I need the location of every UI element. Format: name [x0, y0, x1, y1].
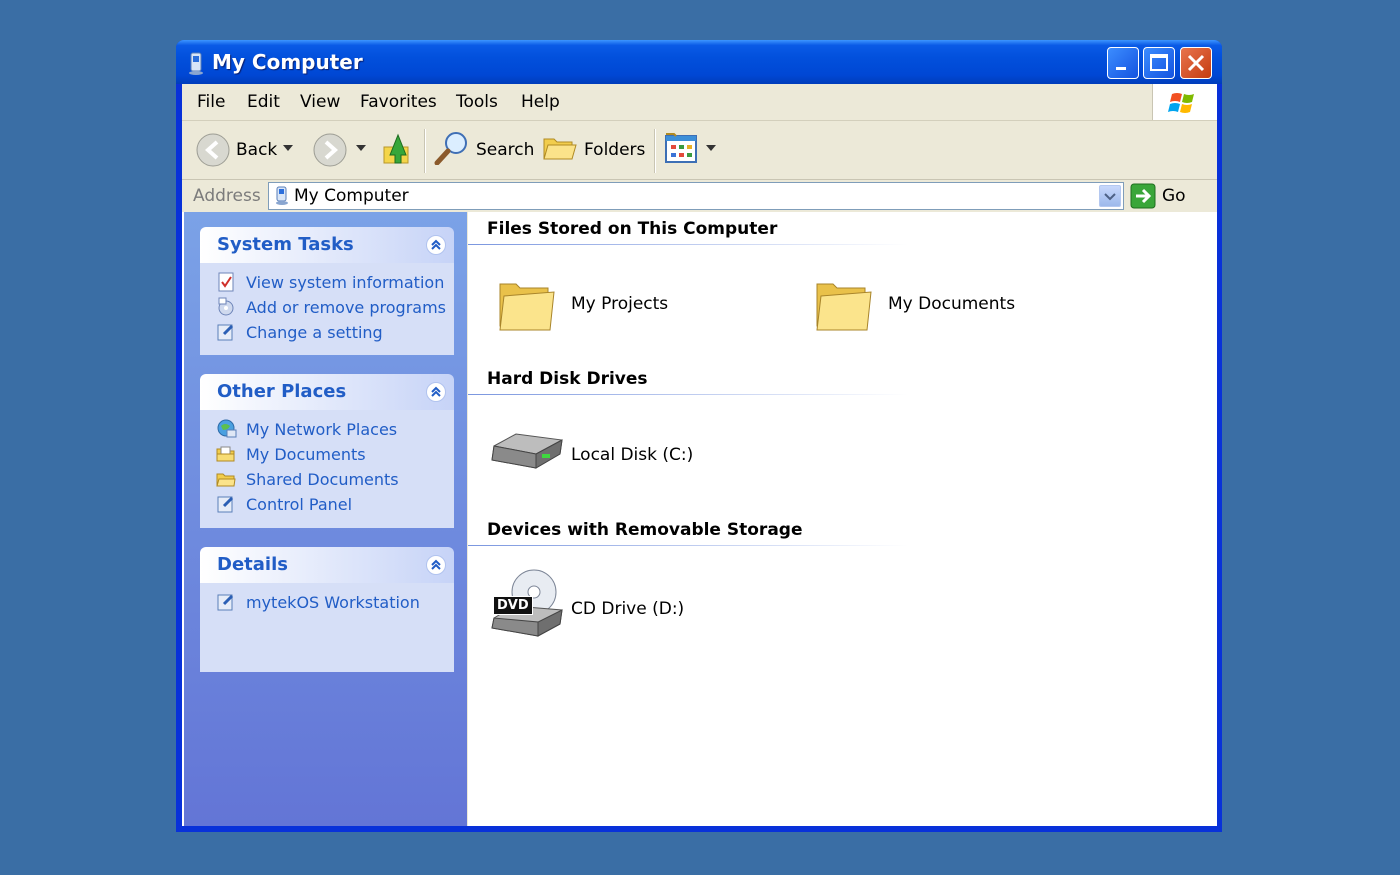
menu-file[interactable]: File	[197, 92, 225, 112]
menu-tools[interactable]: Tools	[456, 92, 498, 112]
other-places-title: Other Places	[217, 381, 347, 402]
maximize-button[interactable]	[1143, 47, 1175, 79]
documents-folder-icon	[216, 446, 235, 462]
address-value: My Computer	[294, 186, 409, 206]
close-icon	[1187, 54, 1205, 72]
network-icon	[217, 419, 237, 438]
task-label: Change a setting	[246, 323, 383, 342]
item-label: My Documents	[888, 294, 1016, 314]
folder-icon	[499, 283, 555, 331]
hard-disk-icon	[491, 433, 563, 469]
control-panel-icon	[217, 594, 234, 611]
chevron-down-icon	[1104, 193, 1116, 201]
forward-dropdown-icon[interactable]	[356, 145, 366, 181]
back-dropdown-icon[interactable]	[283, 145, 293, 181]
item-label: My Projects	[571, 294, 669, 314]
window-body: File Edit View Favorites Tools Help Back	[182, 84, 1217, 826]
details-title: Details	[217, 554, 288, 575]
close-button[interactable]	[1180, 47, 1212, 79]
group-title: Hard Disk Drives	[487, 369, 648, 389]
windows-flag-icon	[1168, 93, 1194, 113]
menu-favorites[interactable]: Favorites	[360, 92, 437, 112]
up-folder-icon[interactable]	[380, 129, 414, 165]
content-area: Files Stored on This Computer My Project…	[468, 212, 1215, 826]
details-label: mytekOS Workstation	[246, 593, 420, 612]
task-label: Shared Documents	[246, 470, 399, 489]
folder-icon	[216, 473, 236, 487]
menu-bar: File Edit View Favorites Tools Help	[182, 84, 1217, 121]
collapse-button[interactable]	[426, 555, 446, 575]
window-frame-edge	[1215, 212, 1217, 826]
task-label: Add or remove programs	[246, 298, 446, 317]
task-label: Control Panel	[246, 495, 353, 514]
control-panel-icon	[217, 496, 234, 513]
minimize-button[interactable]	[1107, 47, 1139, 79]
go-button-label[interactable]: Go	[1162, 186, 1186, 206]
explorer-window: My Computer File Edit View Favorites Too…	[176, 40, 1222, 832]
details-header[interactable]: Details	[200, 547, 454, 583]
other-places-panel: Other Places My Network Places My Docume…	[200, 374, 454, 528]
other-places-header[interactable]: Other Places	[200, 374, 454, 410]
group-title: Devices with Removable Storage	[487, 520, 803, 540]
collapse-button[interactable]	[426, 235, 446, 255]
search-button-label[interactable]: Search	[476, 140, 534, 160]
collapse-button[interactable]	[426, 382, 446, 402]
details-body: mytekOS Workstation	[200, 583, 454, 672]
system-tasks-panel: System Tasks View system information Add…	[200, 227, 454, 355]
chevron-up-double-icon	[431, 239, 441, 250]
computer-icon	[276, 186, 288, 205]
toolbar-separator	[424, 129, 426, 173]
maximize-icon	[1150, 54, 1168, 71]
menu-help[interactable]: Help	[521, 92, 560, 112]
address-input[interactable]: My Computer	[268, 182, 1124, 210]
details-panel: Details mytekOS Workstation	[200, 547, 454, 672]
group-divider	[468, 394, 908, 395]
address-label: Address	[193, 186, 261, 206]
computer-icon	[189, 52, 203, 75]
toolbar-separator	[654, 129, 656, 173]
task-label: My Network Places	[246, 420, 398, 439]
menu-view[interactable]: View	[300, 92, 340, 112]
chevron-up-double-icon	[431, 386, 441, 397]
back-arrow-icon[interactable]	[195, 132, 231, 168]
go-arrow-icon[interactable]	[1130, 183, 1156, 209]
add-remove-icon	[218, 297, 234, 316]
views-dropdown-icon[interactable]	[706, 145, 716, 181]
menu-edit[interactable]: Edit	[247, 92, 280, 112]
item-label: CD Drive (D:)	[571, 599, 685, 619]
folders-button-label[interactable]: Folders	[584, 140, 645, 160]
group-title: Files Stored on This Computer	[487, 219, 778, 239]
back-button-label[interactable]: Back	[236, 140, 277, 160]
system-tasks-body: View system information Add or remove pr…	[200, 263, 454, 355]
group-divider	[468, 545, 908, 546]
forward-arrow-icon[interactable]	[312, 132, 348, 168]
address-dropdown-button[interactable]	[1099, 185, 1121, 207]
control-panel-icon	[217, 324, 234, 341]
dvd-badge: DVD	[493, 596, 533, 615]
chevron-up-double-icon	[431, 559, 441, 570]
group-divider	[468, 244, 908, 245]
system-info-icon	[218, 272, 234, 292]
task-label: View system information	[246, 273, 445, 292]
task-pane: System Tasks View system information Add…	[182, 212, 467, 826]
folder-icon	[816, 283, 872, 331]
title-bar[interactable]: My Computer	[176, 40, 1222, 84]
folders-icon[interactable]	[542, 131, 578, 167]
other-places-body: My Network Places My Documents Shared Do…	[200, 410, 454, 528]
minimize-icon	[1116, 67, 1126, 70]
task-label: My Documents	[246, 445, 366, 464]
views-icon[interactable]	[662, 130, 700, 166]
search-icon[interactable]	[432, 129, 472, 165]
window-title: My Computer	[212, 50, 363, 74]
item-label: Local Disk (C:)	[571, 445, 694, 465]
system-tasks-title: System Tasks	[217, 234, 354, 255]
system-tasks-header[interactable]: System Tasks	[200, 227, 454, 263]
address-bar: Address My Computer Go	[182, 180, 1217, 212]
windows-logo	[1152, 84, 1217, 120]
toolbar: Back Search Folders	[182, 121, 1217, 180]
